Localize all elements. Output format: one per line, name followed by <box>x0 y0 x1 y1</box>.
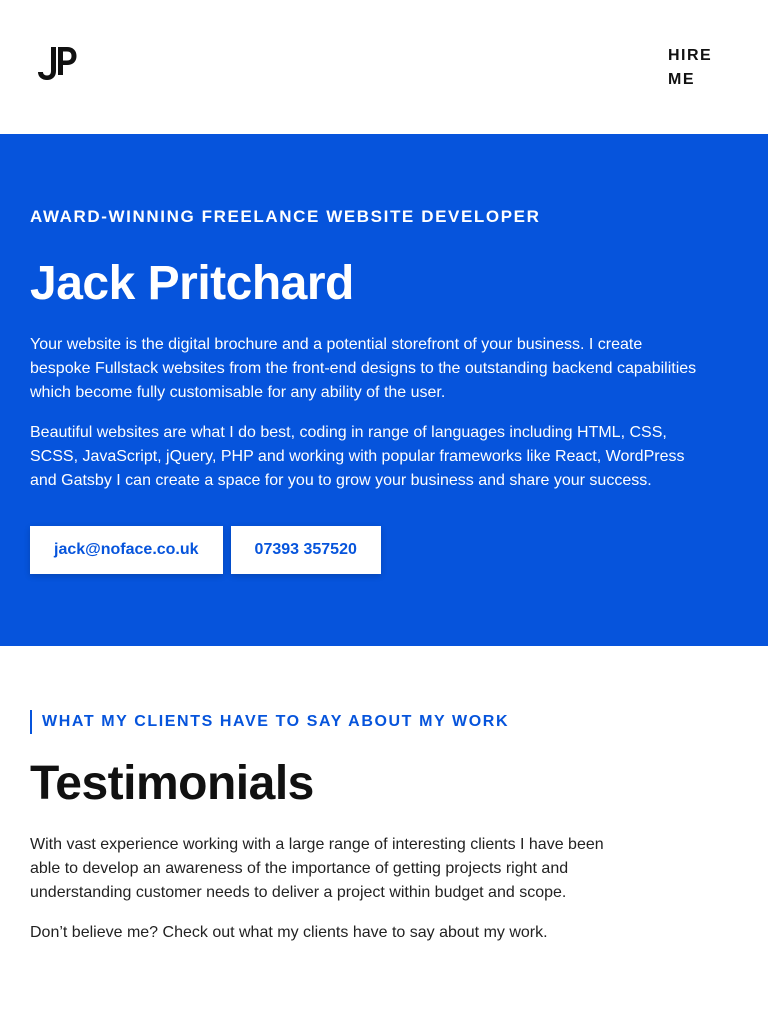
testimonials-section: WHAT MY CLIENTS HAVE TO SAY ABOUT MY WOR… <box>0 646 768 1024</box>
hero-eyebrow: AWARD-WINNING FREELANCE WEBSITE DEVELOPE… <box>30 207 541 226</box>
phone-button[interactable]: 07393 357520 <box>230 526 381 574</box>
email-button[interactable]: jack@noface.co.uk <box>30 526 223 574</box>
site-header: HIRE ME <box>0 0 768 134</box>
testimonials-eyebrow: WHAT MY CLIENTS HAVE TO SAY ABOUT MY WOR… <box>30 710 509 734</box>
hero-paragraph: Beautiful websites are what I do best, c… <box>30 424 685 489</box>
hire-me-link[interactable]: HIRE ME <box>668 44 728 92</box>
hero-section: AWARD-WINNING FREELANCE WEBSITE DEVELOPE… <box>0 134 768 646</box>
testimonials-paragraph: Don’t believe me? Check out what my clie… <box>30 924 548 941</box>
jp-logo-icon[interactable] <box>37 47 79 87</box>
hero-paragraph: Your website is the digital brochure and… <box>30 336 697 401</box>
testimonials-title: Testimonials <box>30 757 314 810</box>
contact-buttons: jack@noface.co.uk 07393 357520 <box>30 526 381 574</box>
testimonials-paragraph: With vast experience working with a larg… <box>30 836 604 901</box>
hero-title: Jack Pritchard <box>30 257 354 310</box>
